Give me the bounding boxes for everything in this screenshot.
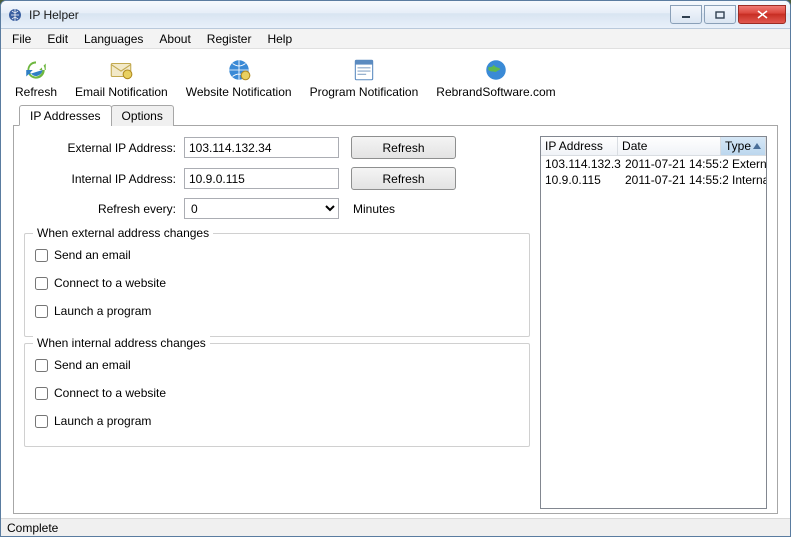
rebrand-link-button[interactable]: RebrandSoftware.com xyxy=(430,55,561,101)
website-notification-button[interactable]: Website Notification xyxy=(180,55,298,101)
status-text: Complete xyxy=(7,521,58,535)
external-changes-group: When external address changes Send an em… xyxy=(24,233,530,337)
table-row[interactable]: 10.9.0.115 2011-07-21 14:55:20 Internal xyxy=(541,172,766,188)
menu-edit[interactable]: Edit xyxy=(40,30,75,48)
int-connect-website-checkbox[interactable] xyxy=(35,387,48,400)
maximize-button[interactable] xyxy=(704,5,736,24)
menu-register[interactable]: Register xyxy=(200,30,259,48)
internal-ip-label: Internal IP Address: xyxy=(24,172,184,186)
tab-options[interactable]: Options xyxy=(111,105,174,126)
ext-connect-website-checkbox[interactable] xyxy=(35,277,48,290)
sort-asc-icon xyxy=(753,143,761,149)
minimize-button[interactable] xyxy=(670,5,702,24)
toolbar: Refresh Email Notification Website Notif… xyxy=(1,49,790,104)
refresh-every-label: Refresh every: xyxy=(24,202,184,216)
table-row[interactable]: 103.114.132.34 2011-07-21 14:55:24 Exter… xyxy=(541,156,766,172)
refresh-interval-select[interactable]: 0 xyxy=(184,198,339,219)
globe-icon xyxy=(226,57,252,83)
external-changes-legend: When external address changes xyxy=(33,226,213,240)
external-ip-input[interactable] xyxy=(184,137,339,158)
minutes-label: Minutes xyxy=(353,202,395,216)
internal-changes-legend: When internal address changes xyxy=(33,336,210,350)
col-ip-address[interactable]: IP Address xyxy=(541,137,618,156)
tab-ip-addresses[interactable]: IP Addresses xyxy=(19,105,112,126)
refresh-button[interactable]: Refresh xyxy=(9,55,63,101)
content-frame: External IP Address: Refresh Internal IP… xyxy=(13,125,778,514)
internal-refresh-button[interactable]: Refresh xyxy=(351,167,456,190)
program-notification-button[interactable]: Program Notification xyxy=(304,55,425,101)
email-icon xyxy=(108,57,134,83)
program-icon xyxy=(351,57,377,83)
world-icon xyxy=(483,57,509,83)
col-type[interactable]: Type xyxy=(721,137,766,156)
history-table: IP Address Date Type 103.114.132.34 2011… xyxy=(540,136,767,509)
external-ip-label: External IP Address: xyxy=(24,141,184,155)
menu-help[interactable]: Help xyxy=(260,30,299,48)
menu-file[interactable]: File xyxy=(5,30,38,48)
menu-languages[interactable]: Languages xyxy=(77,30,150,48)
titlebar: IP Helper xyxy=(1,1,790,29)
int-send-email-checkbox[interactable] xyxy=(35,359,48,372)
internal-changes-group: When internal address changes Send an em… xyxy=(24,343,530,447)
ext-send-email-checkbox[interactable] xyxy=(35,249,48,262)
app-window: IP Helper File Edit Languages About Regi… xyxy=(0,0,791,537)
left-pane: External IP Address: Refresh Internal IP… xyxy=(24,136,530,509)
window-title: IP Helper xyxy=(29,8,668,22)
int-launch-program-checkbox[interactable] xyxy=(35,415,48,428)
menubar: File Edit Languages About Register Help xyxy=(1,29,790,49)
statusbar: Complete xyxy=(1,518,790,536)
tabstrip: IP Addresses Options xyxy=(1,105,790,126)
close-button[interactable] xyxy=(738,5,786,24)
menu-about[interactable]: About xyxy=(152,30,197,48)
email-notification-button[interactable]: Email Notification xyxy=(69,55,174,101)
ext-launch-program-checkbox[interactable] xyxy=(35,305,48,318)
col-date[interactable]: Date xyxy=(618,137,721,156)
app-icon xyxy=(7,7,23,23)
internal-ip-input[interactable] xyxy=(184,168,339,189)
refresh-icon xyxy=(23,57,49,83)
external-refresh-button[interactable]: Refresh xyxy=(351,136,456,159)
